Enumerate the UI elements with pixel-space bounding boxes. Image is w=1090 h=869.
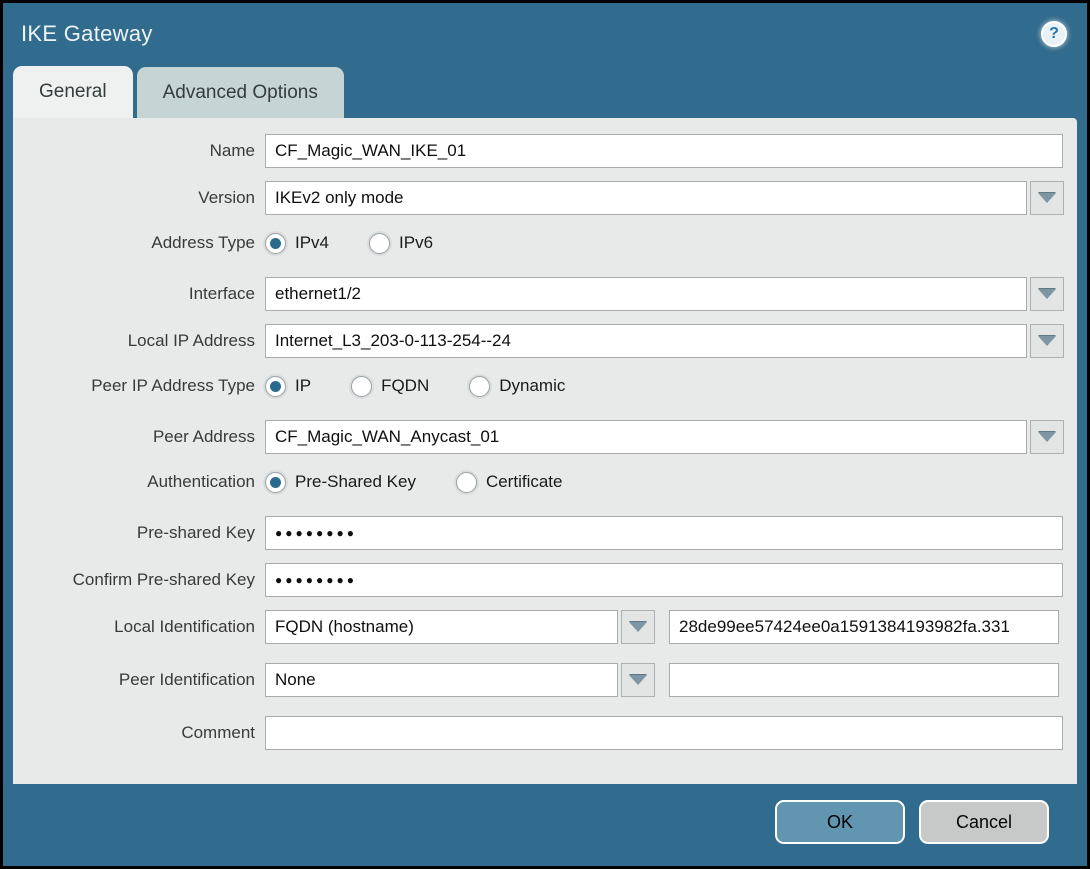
version-label: Version xyxy=(198,188,255,207)
chevron-down-icon xyxy=(1038,336,1056,346)
peer-identification-label: Peer Identification xyxy=(118,670,255,689)
peer-address-select-input[interactable] xyxy=(265,420,1027,454)
form-row-authentication: Authentication Pre-Shared Key Certificat… xyxy=(13,468,1077,496)
radio-pre-shared-key-label: Pre-Shared Key xyxy=(295,472,416,491)
general-tab-panel: Name Version Address Type IPv4 xyxy=(13,118,1077,784)
form-row-address-type: Address Type IPv4 IPv6 xyxy=(13,229,1077,257)
interface-label: Interface xyxy=(188,284,255,303)
dialog-footer: OK Cancel xyxy=(3,784,1087,866)
confirm-pre-shared-key-label: Confirm Pre-shared Key xyxy=(72,570,255,589)
peer-identification-value-input[interactable] xyxy=(669,663,1059,697)
form-row-local-identification: Local Identification xyxy=(13,610,1077,644)
interface-select-input[interactable] xyxy=(265,277,1027,311)
radio-button-icon[interactable] xyxy=(265,232,286,254)
comment-input[interactable] xyxy=(265,716,1063,750)
chevron-down-icon xyxy=(629,675,647,685)
local-identification-label: Local Identification xyxy=(114,617,255,636)
ok-button[interactable]: OK xyxy=(775,800,905,844)
radio-ip-label: IP xyxy=(295,376,312,395)
form-row-comment: Comment xyxy=(13,716,1077,750)
address-type-label: Address Type xyxy=(151,233,255,252)
peer-ip-address-type-label: Peer IP Address Type xyxy=(91,376,255,395)
peer-address-label: Peer Address xyxy=(152,427,255,446)
radio-button-icon[interactable] xyxy=(265,471,286,493)
radio-dynamic-label: Dynamic xyxy=(499,376,566,395)
tab-bar: General Advanced Options xyxy=(3,65,1087,118)
radio-ip[interactable]: IP xyxy=(265,375,312,397)
radio-button-icon[interactable] xyxy=(369,232,391,254)
tab-advanced-options[interactable]: Advanced Options xyxy=(136,67,344,118)
form-row-version: Version xyxy=(13,181,1077,215)
radio-ipv6[interactable]: IPv6 xyxy=(369,232,434,254)
name-input[interactable] xyxy=(265,134,1063,168)
interface-dropdown-button[interactable] xyxy=(1030,277,1064,311)
local-identification-value-input[interactable] xyxy=(669,610,1059,644)
local-identification-type-select-input[interactable] xyxy=(265,610,618,644)
radio-fqdn[interactable]: FQDN xyxy=(351,375,430,397)
local-ip-address-select-input[interactable] xyxy=(265,324,1027,358)
dialog-title: IKE Gateway xyxy=(21,21,153,46)
tab-general[interactable]: General xyxy=(13,66,133,118)
radio-ipv4-label: IPv4 xyxy=(295,233,330,252)
chevron-down-icon xyxy=(1038,289,1056,299)
peer-identification-type-select-input[interactable] xyxy=(265,663,618,697)
radio-fqdn-label: FQDN xyxy=(381,376,430,395)
peer-identification-dropdown-button[interactable] xyxy=(621,663,655,697)
chevron-down-icon xyxy=(629,622,647,632)
radio-certificate-label: Certificate xyxy=(485,472,563,491)
peer-address-dropdown-button[interactable] xyxy=(1030,420,1064,454)
pre-shared-key-input[interactable] xyxy=(265,516,1063,550)
name-label: Name xyxy=(209,141,255,160)
confirm-pre-shared-key-input[interactable] xyxy=(265,563,1063,597)
version-select-input[interactable] xyxy=(265,181,1027,215)
radio-pre-shared-key[interactable]: Pre-Shared Key xyxy=(265,471,416,493)
radio-button-icon[interactable] xyxy=(455,471,477,493)
cancel-button[interactable]: Cancel xyxy=(919,800,1049,844)
radio-button-icon[interactable] xyxy=(469,375,491,397)
form-row-interface: Interface xyxy=(13,277,1077,311)
radio-button-icon[interactable] xyxy=(351,375,373,397)
local-ip-address-label: Local IP Address xyxy=(127,331,255,350)
local-ip-address-dropdown-button[interactable] xyxy=(1030,324,1064,358)
ike-gateway-dialog: IKE Gateway ? General Advanced Options N… xyxy=(0,0,1090,869)
dialog-titlebar: IKE Gateway ? xyxy=(3,3,1087,65)
form-row-peer-address: Peer Address xyxy=(13,420,1077,454)
radio-button-icon[interactable] xyxy=(265,375,286,397)
chevron-down-icon xyxy=(1038,432,1056,442)
local-identification-dropdown-button[interactable] xyxy=(621,610,655,644)
form-row-peer-ip-address-type: Peer IP Address Type IP FQDN Dynamic xyxy=(13,372,1077,400)
help-icon[interactable]: ? xyxy=(1041,21,1067,47)
radio-dynamic[interactable]: Dynamic xyxy=(469,375,566,397)
form-row-name: Name xyxy=(13,134,1077,168)
form-row-peer-identification: Peer Identification xyxy=(13,663,1077,697)
form-row-confirm-pre-shared-key: Confirm Pre-shared Key xyxy=(13,563,1077,597)
radio-ipv6-label: IPv6 xyxy=(399,233,434,252)
form-row-pre-shared-key: Pre-shared Key xyxy=(13,516,1077,550)
comment-label: Comment xyxy=(181,723,255,742)
pre-shared-key-label: Pre-shared Key xyxy=(136,523,255,542)
radio-certificate[interactable]: Certificate xyxy=(455,471,563,493)
form-row-local-ip-address: Local IP Address xyxy=(13,324,1077,358)
authentication-label: Authentication xyxy=(147,472,255,491)
version-dropdown-button[interactable] xyxy=(1030,181,1064,215)
chevron-down-icon xyxy=(1038,193,1056,203)
radio-ipv4[interactable]: IPv4 xyxy=(265,232,330,254)
